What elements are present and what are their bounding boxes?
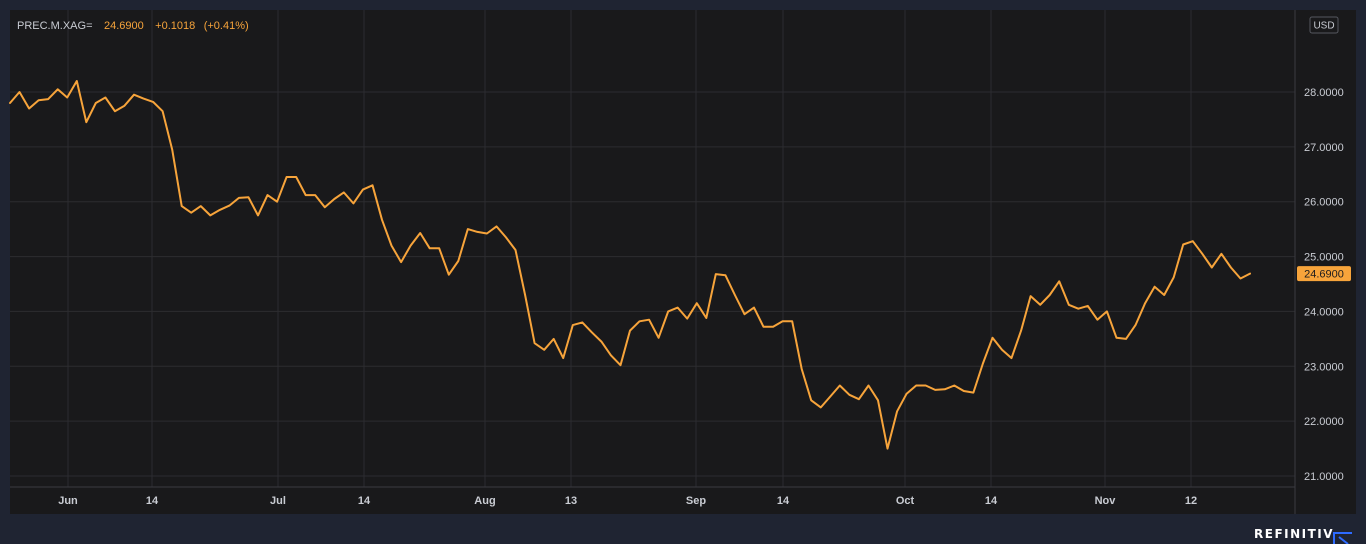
- x-tick-label: Nov: [1095, 495, 1117, 507]
- x-tick-label: 12: [1185, 495, 1197, 507]
- x-tick-label: Sep: [686, 495, 706, 507]
- legend-last: 24.6900: [104, 20, 144, 32]
- legend-change-pct: (+0.41%): [204, 20, 249, 32]
- x-tick-label: Jun: [58, 495, 78, 507]
- price-chart[interactable]: 28.0000 27.0000 26.0000 25.0000 24.0000 23.00…: [0, 0, 1366, 544]
- last-value-label: 24.6900: [1304, 269, 1344, 281]
- chart-container: 28.0000 27.0000 26.0000 25.0000 24.0000 23.00…: [0, 0, 1366, 544]
- legend-change: +0.1018: [155, 20, 195, 32]
- y-tick-label: 27.0000: [1304, 142, 1344, 154]
- y-tick-label: 24.0000: [1304, 306, 1344, 318]
- y-tick-label: 23.0000: [1304, 361, 1344, 373]
- brand-wordmark: REFINITIV: [1254, 527, 1334, 541]
- y-tick-label: 28.0000: [1304, 87, 1344, 99]
- x-tick-label: 14: [777, 495, 790, 507]
- currency-label: USD: [1313, 21, 1334, 32]
- x-tick-label: 13: [565, 495, 577, 507]
- y-tick-label: 25.0000: [1304, 252, 1344, 264]
- chart-panel: [10, 10, 1356, 514]
- x-tick-label: 14: [985, 495, 998, 507]
- x-tick-label: 14: [358, 495, 371, 507]
- x-tick-label: Aug: [474, 495, 495, 507]
- x-tick-label: Oct: [896, 495, 915, 507]
- x-tick-label: Jul: [270, 495, 286, 507]
- x-tick-label: 14: [146, 495, 159, 507]
- legend-symbol: PREC.M.XAG=: [17, 20, 93, 32]
- y-tick-label: 26.0000: [1304, 197, 1344, 209]
- y-tick-label: 21.0000: [1304, 471, 1344, 483]
- y-tick-label: 22.0000: [1304, 416, 1344, 428]
- last-value-badge: 24.6900: [1297, 266, 1351, 282]
